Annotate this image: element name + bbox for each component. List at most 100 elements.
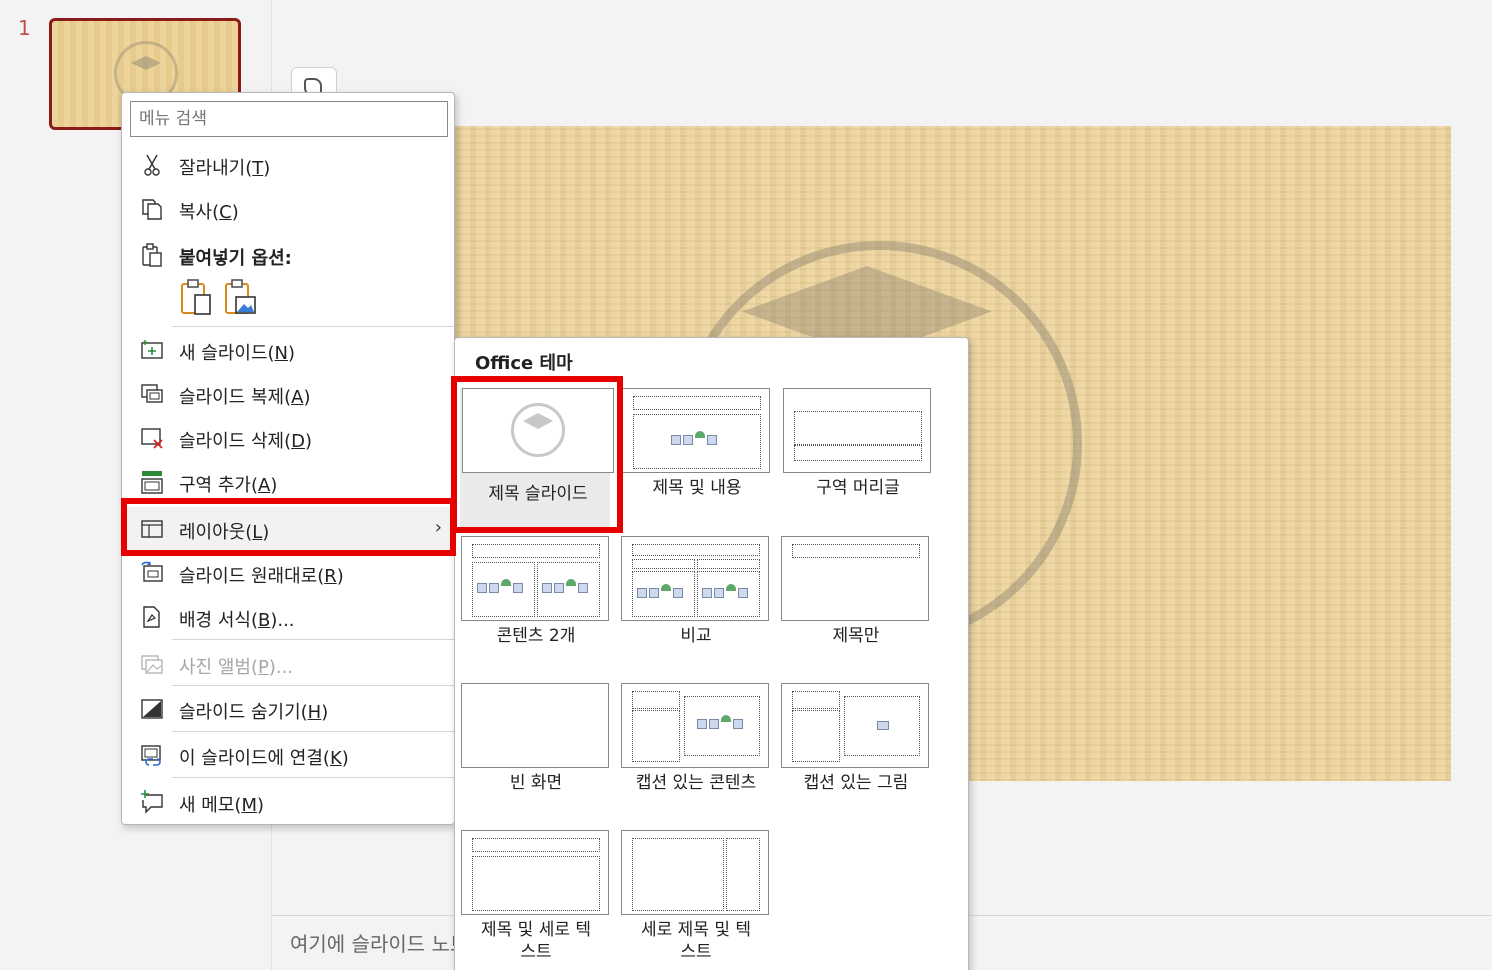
title-placeholder [632,691,680,709]
menu-label-end: ) [288,343,296,364]
layout-title-vertical-text[interactable]: 제목 및 세로 텍스트 [461,830,611,970]
menu-accel: R [324,566,337,587]
layout-title-only[interactable]: 제목만 [781,536,931,671]
content-placeholder-left [632,571,695,617]
menu-item-copy[interactable]: 복사(C) [122,189,454,229]
context-menu: 잘라내기(T) 복사(C) 붙여넣기 옵션: 새 슬라이드(N) 슬라이드 복제… [121,92,455,825]
layout-vertical-title-text[interactable]: 세로 제목 및 텍스트 [621,830,771,970]
menu-item-delete-slide[interactable]: 슬라이드 삭제(D) [122,418,454,458]
menu-accel: D [291,431,305,452]
photo-album-icon [141,655,163,674]
paste-keep-source-formatting-icon[interactable] [179,279,213,315]
title-placeholder [794,411,922,445]
menu-label-end: )... [270,610,295,631]
heading-left [632,559,695,569]
menu-label: 새 슬라이드( [179,343,275,364]
title-placeholder [792,544,920,558]
menu-label-end: ) [231,202,239,223]
content-placeholder [633,414,761,469]
layout-comparison[interactable]: 비교 [621,536,771,671]
title-placeholder [633,396,761,410]
copy-icon [142,199,162,220]
menu-item-add-section[interactable]: 구역 추가(A) [122,462,454,502]
menu-item-link-slide[interactable]: 이 슬라이드에 연결(K) [122,735,454,775]
layout-thumbnail [461,830,609,915]
layout-blank[interactable]: 빈 화면 [461,683,611,818]
menu-item-cut[interactable]: 잘라내기(T) [122,145,454,185]
layout-title-slide[interactable]: 제목 슬라이드 [460,388,614,530]
paste-as-picture-icon[interactable] [223,279,257,315]
duplicate-slide-icon [141,384,163,403]
menu-label: 슬라이드 복제( [179,387,292,408]
layout-title-content[interactable]: 제목 및 내용 [622,388,772,523]
gallery-title: Office 테마 [475,353,573,374]
layout-thumbnail [783,388,931,473]
layout-label: 제목 및 세로 텍스트 [480,920,592,962]
menu-label: 슬라이드 숨기기( [179,702,308,723]
menu-separator [172,326,454,327]
layout-thumbnail [462,388,614,473]
menu-accel: L [252,522,263,543]
menu-label-end: ) [263,158,271,179]
menu-accel: C [219,202,232,223]
menu-item-duplicate-slide[interactable]: 슬라이드 복제(A) [122,374,454,414]
chevron-right-icon: › [434,517,442,538]
layout-label: 콘텐츠 2개 [496,626,576,646]
menu-item-layout[interactable]: 레이아웃(L) › [122,507,454,551]
content-placeholder-right [537,562,600,617]
menu-accel: A [257,475,271,496]
layout-thumbnail [461,536,609,621]
content-icons [477,579,529,597]
picture-icon [877,721,889,730]
menu-item-reset-slide[interactable]: 슬라이드 원래대로(R) [122,553,454,593]
content-icons [637,584,689,602]
menu-item-hide-slide[interactable]: 슬라이드 숨기기(H) [122,689,454,729]
new-slide-icon [141,340,163,359]
layout-section-header[interactable]: 구역 머리글 [783,388,933,523]
menu-label: 붙여넣기 옵션: [179,248,292,269]
menu-label-end: ) [336,566,344,587]
menu-item-format-background[interactable]: 배경 서식(B)... [122,597,454,637]
section-icon [141,471,163,494]
menu-item-paste-options: 붙여넣기 옵션: [122,235,454,275]
new-comment-icon [141,790,163,814]
layout-picture-caption[interactable]: 캡션 있는 그림 [781,683,931,818]
menu-accel: T [252,158,264,179]
menu-label: 사진 앨범( [179,657,258,678]
layout-label: 빈 화면 [509,773,563,793]
layout-thumbnail [461,683,609,768]
content-icons [702,584,754,602]
layout-label: 제목 슬라이드 [488,484,588,504]
menu-label-end: ) [262,522,270,543]
layout-gallery: Office 테마 제목 슬라이드 제목 및 내용 구역 머리글 콘텐츠 2개 … [454,337,969,970]
menu-label-end: ) [303,387,311,408]
menu-accel: N [274,343,289,364]
menu-label-end: ) [321,702,329,723]
menu-search-input[interactable] [130,101,448,137]
text-placeholder [632,838,724,911]
content-placeholder-right [697,571,760,617]
content-placeholder [684,696,760,756]
layout-content-caption[interactable]: 캡션 있는 콘텐츠 [621,683,771,818]
menu-label-end: )... [268,657,294,678]
menu-label: 슬라이드 삭제( [179,431,292,452]
text-placeholder [632,710,680,762]
layout-thumbnail [621,830,769,915]
vertical-text-placeholder [472,856,600,911]
text-placeholder [794,445,922,461]
layout-thumbnail [621,536,769,621]
menu-separator [172,731,454,732]
format-background-icon [143,606,160,628]
link-slide-icon [141,745,161,766]
menu-label: 복사( [179,202,220,223]
menu-item-new-comment[interactable]: 새 메모(M) [122,782,454,822]
layout-two-content[interactable]: 콘텐츠 2개 [461,536,611,671]
menu-separator [172,777,454,778]
content-icons [671,431,723,449]
layout-thumbnail [781,536,929,621]
menu-item-photo-album: 사진 앨범(P)... [122,644,454,684]
menu-label: 잘라내기( [179,158,253,179]
slide-number: 1 [18,16,31,40]
menu-label: 구역 추가( [179,475,258,496]
menu-item-new-slide[interactable]: 새 슬라이드(N) [122,330,454,370]
